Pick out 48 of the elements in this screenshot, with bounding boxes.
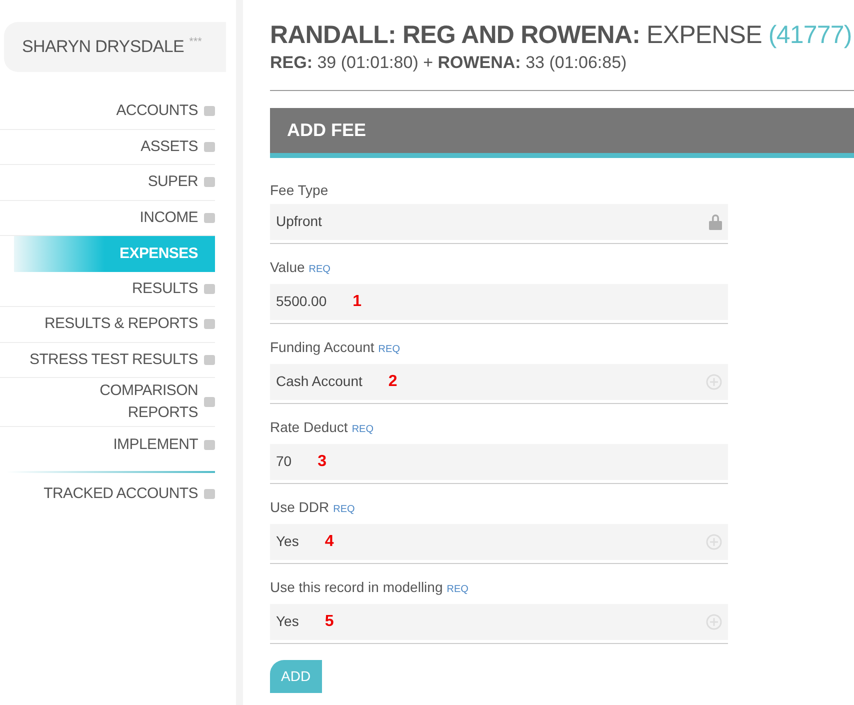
annotation-number: 1 [352,292,362,312]
input-field[interactable]: Yes 4 [270,524,728,560]
field-label: Funding Account [270,338,374,354]
user-name: SHARYN DRYSDALE [22,36,184,58]
input-field[interactable]: Yes 5 [270,604,728,640]
nav-item[interactable]: TRACKED ACCOUNTS [0,476,215,512]
square-icon [204,440,215,450]
page-title: RANDALL: REG AND ROWENA: EXPENSE [270,21,762,49]
annotation-number: 4 [324,532,334,552]
page-subtitle: REG: 39 (01:01:80) + ROWENA: 33 (01:06:85) [270,52,628,74]
input-field[interactable]: 70 3 [270,444,728,480]
field-label: Rate Deduct [270,418,348,434]
input-field[interactable]: 5500.00 1 [270,284,728,320]
nav-item[interactable]: STRESS TEST RESULTS [0,342,215,378]
nav-item[interactable]: ACCOUNTS [0,94,215,130]
field-label: Use this record in modelling [270,578,443,594]
nav-item[interactable]: COMPARISON REPORTS [0,378,215,427]
square-icon [204,177,215,188]
annotation-number: 3 [318,452,326,472]
required-tag: REQ [352,424,374,434]
required-tag: REQ [333,504,355,514]
field-label: Fee Type [270,182,328,198]
input-field[interactable]: Upfront [270,204,728,240]
annotation-number: 2 [388,372,398,392]
required-tag: REQ [446,584,468,594]
square-icon [204,319,215,330]
field-label: Use DDR [270,498,330,514]
square-icon [204,212,215,223]
nav-item[interactable]: ASSETS [0,130,215,165]
nav-item[interactable]: SUPER [0,165,215,200]
required-tag: REQ [308,264,330,274]
square-icon [204,354,215,365]
nav-item[interactable]: IMPLEMENT [0,427,215,462]
square-icon [204,489,215,500]
record-id: (41777) [768,21,852,49]
lock-icon [709,213,722,230]
field-label: Value [270,258,305,274]
input-field[interactable]: Cash Account 2 [270,364,728,400]
square-icon [204,142,215,152]
nav-item[interactable]: RESULTS & REPORTS [0,307,215,342]
square-icon [204,106,215,116]
square-icon [204,284,215,294]
nav-item[interactable]: RESULTS [0,272,215,307]
user-rating: *** [189,35,202,50]
required-tag: REQ [378,344,400,354]
annotation-number: 5 [324,612,334,632]
square-icon [204,397,215,407]
panel-title: ADD FEE [287,118,366,142]
